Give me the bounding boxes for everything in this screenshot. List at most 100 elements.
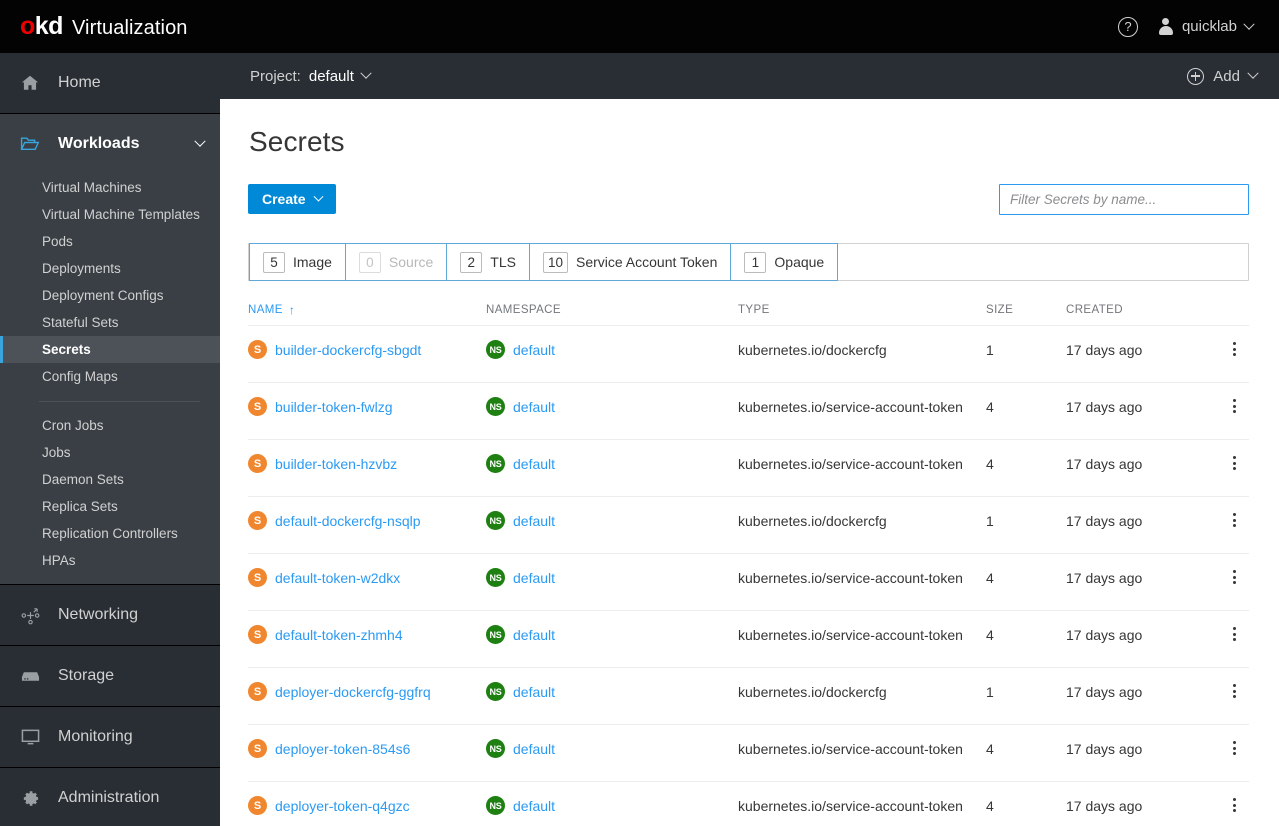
kebab-menu-icon[interactable] (1227, 341, 1241, 356)
column-header-type[interactable]: Type (738, 304, 986, 316)
sidebar-item-cron-jobs[interactable]: Cron Jobs (0, 412, 220, 439)
sidebar-item-storage[interactable]: Storage (0, 646, 220, 706)
cell-name: S default-dockercfg-nsqlp (248, 511, 486, 530)
sidebar-item-deployment-configs[interactable]: Deployment Configs (0, 282, 220, 309)
filter-chip-opaque[interactable]: 1 Opaque (730, 243, 839, 281)
secret-link[interactable]: builder-token-fwlzg (275, 398, 393, 416)
type-filter-chips: 5 Image 0 Source 2 TLS 10 Service Accoun… (248, 243, 1249, 281)
sidebar-item-config-maps[interactable]: Config Maps (0, 363, 220, 390)
cell-name: S default-token-zhmh4 (248, 625, 486, 644)
brand-logo[interactable]: okd Virtualization (20, 11, 188, 40)
kebab-menu-icon[interactable] (1227, 398, 1241, 413)
create-button[interactable]: Create (248, 184, 336, 214)
sidebar-item-monitoring[interactable]: Monitoring (0, 707, 220, 767)
column-header-namespace[interactable]: Namespace (486, 304, 738, 316)
sidebar-item-daemon-sets[interactable]: Daemon Sets (0, 466, 220, 493)
add-button[interactable]: Add (1187, 67, 1259, 85)
kebab-menu-icon[interactable] (1227, 740, 1241, 755)
sidebar-item-secrets[interactable]: Secrets (0, 336, 220, 363)
cell-type: kubernetes.io/service-account-token (738, 627, 963, 643)
cell-actions (1226, 455, 1249, 470)
main-area: Project: default Add Secrets Create Filt… (220, 53, 1279, 826)
sidebar-item-stateful-sets[interactable]: Stateful Sets (0, 309, 220, 336)
okd-logo-o: o (20, 11, 35, 40)
secret-badge-icon: S (248, 511, 267, 530)
column-header-name[interactable]: Name ↑ (248, 304, 486, 316)
secret-link[interactable]: builder-token-hzvbz (275, 455, 397, 473)
namespace-link[interactable]: default (513, 569, 555, 587)
filter-chip-service-account-token[interactable]: 10 Service Account Token (528, 243, 731, 281)
secret-link[interactable]: default-token-w2dkx (275, 569, 400, 587)
user-avatar-icon (1158, 18, 1174, 35)
sidebar-group-label-workloads: Workloads (58, 135, 140, 152)
secret-badge-icon: S (248, 739, 267, 758)
user-menu[interactable]: quicklab (1158, 18, 1255, 35)
filter-chip-label: TLS (490, 254, 516, 270)
chevron-down-icon (1243, 18, 1255, 30)
help-button[interactable]: ? (1117, 16, 1138, 37)
cell-name: S builder-dockercfg-sbgdt (248, 340, 486, 359)
cell-size: 4 (986, 798, 994, 814)
namespace-link[interactable]: default (513, 398, 555, 416)
namespace-link[interactable]: default (513, 341, 555, 359)
secret-link[interactable]: default-dockercfg-nsqlp (275, 512, 421, 530)
filter-chip-tls[interactable]: 2 TLS (446, 243, 529, 281)
table-row: S default-token-w2dkx NS default kuberne… (248, 554, 1249, 611)
sidebar-item-label: Secrets (42, 342, 91, 357)
cell-actions (1226, 398, 1249, 413)
page-content: Secrets Create 5 Image 0 Source (220, 99, 1279, 826)
network-icon (20, 605, 40, 625)
kebab-menu-icon[interactable] (1227, 569, 1241, 584)
namespace-link[interactable]: default (513, 512, 555, 530)
sidebar-item-home[interactable]: Home (0, 53, 220, 113)
namespace-link[interactable]: default (513, 683, 555, 701)
secrets-table: Name ↑ Namespace Type Size Created S bui… (248, 294, 1249, 826)
kebab-menu-icon[interactable] (1227, 455, 1241, 470)
sidebar-item-deployments[interactable]: Deployments (0, 255, 220, 282)
sidebar-item-virtual-machines[interactable]: Virtual Machines (0, 174, 220, 201)
sidebar-item-jobs[interactable]: Jobs (0, 439, 220, 466)
sidebar-item-replication-controllers[interactable]: Replication Controllers (0, 520, 220, 547)
chevron-down-icon-add (1247, 67, 1259, 79)
sidebar-item-networking[interactable]: Networking (0, 585, 220, 645)
secret-link[interactable]: deployer-token-854s6 (275, 740, 410, 758)
namespace-badge-icon: NS (486, 454, 505, 473)
filter-chip-count: 0 (358, 251, 381, 273)
kebab-menu-icon[interactable] (1227, 626, 1241, 641)
cell-size: 4 (986, 399, 994, 415)
sidebar-item-hpas[interactable]: HPAs (0, 547, 220, 574)
sidebar-section-administration: Administration (0, 768, 220, 826)
namespace-link[interactable]: default (513, 626, 555, 644)
kebab-menu-icon[interactable] (1227, 512, 1241, 527)
cell-namespace: NS default (486, 397, 738, 416)
namespace-link[interactable]: default (513, 740, 555, 758)
namespace-link[interactable]: default (513, 455, 555, 473)
project-selector[interactable]: Project: default (250, 68, 372, 85)
cell-size: 1 (986, 684, 994, 700)
kebab-menu-icon[interactable] (1227, 797, 1241, 812)
sidebar-item-pods[interactable]: Pods (0, 228, 220, 255)
secret-link[interactable]: deployer-token-q4gzc (275, 797, 410, 815)
product-name: Virtualization (71, 16, 188, 39)
namespace-link[interactable]: default (513, 797, 555, 815)
sidebar-item-label: HPAs (42, 553, 76, 568)
secret-link[interactable]: deployer-dockercfg-ggfrq (275, 683, 431, 701)
search-input[interactable] (999, 184, 1249, 215)
kebab-menu-icon[interactable] (1227, 683, 1241, 698)
secret-link[interactable]: builder-dockercfg-sbgdt (275, 341, 421, 359)
sidebar-section-workloads: Workloads Virtual Machines Virtual Machi… (0, 114, 220, 585)
cell-namespace: NS default (486, 739, 738, 758)
cell-namespace: NS default (486, 568, 738, 587)
column-header-created[interactable]: Created (1066, 304, 1226, 316)
sidebar-item-replica-sets[interactable]: Replica Sets (0, 493, 220, 520)
filter-chip-image[interactable]: 5 Image (249, 243, 345, 281)
cell-size: 4 (986, 570, 994, 586)
sidebar-group-workloads[interactable]: Workloads (0, 114, 220, 174)
sidebar-item-virtual-machine-templates[interactable]: Virtual Machine Templates (0, 201, 220, 228)
table-row: S default-dockercfg-nsqlp NS default kub… (248, 497, 1249, 554)
sidebar-item-administration[interactable]: Administration (0, 768, 220, 826)
filter-chip-source[interactable]: 0 Source (344, 243, 447, 281)
column-header-size[interactable]: Size (986, 304, 1066, 316)
secret-badge-icon: S (248, 682, 267, 701)
secret-link[interactable]: default-token-zhmh4 (275, 626, 403, 644)
